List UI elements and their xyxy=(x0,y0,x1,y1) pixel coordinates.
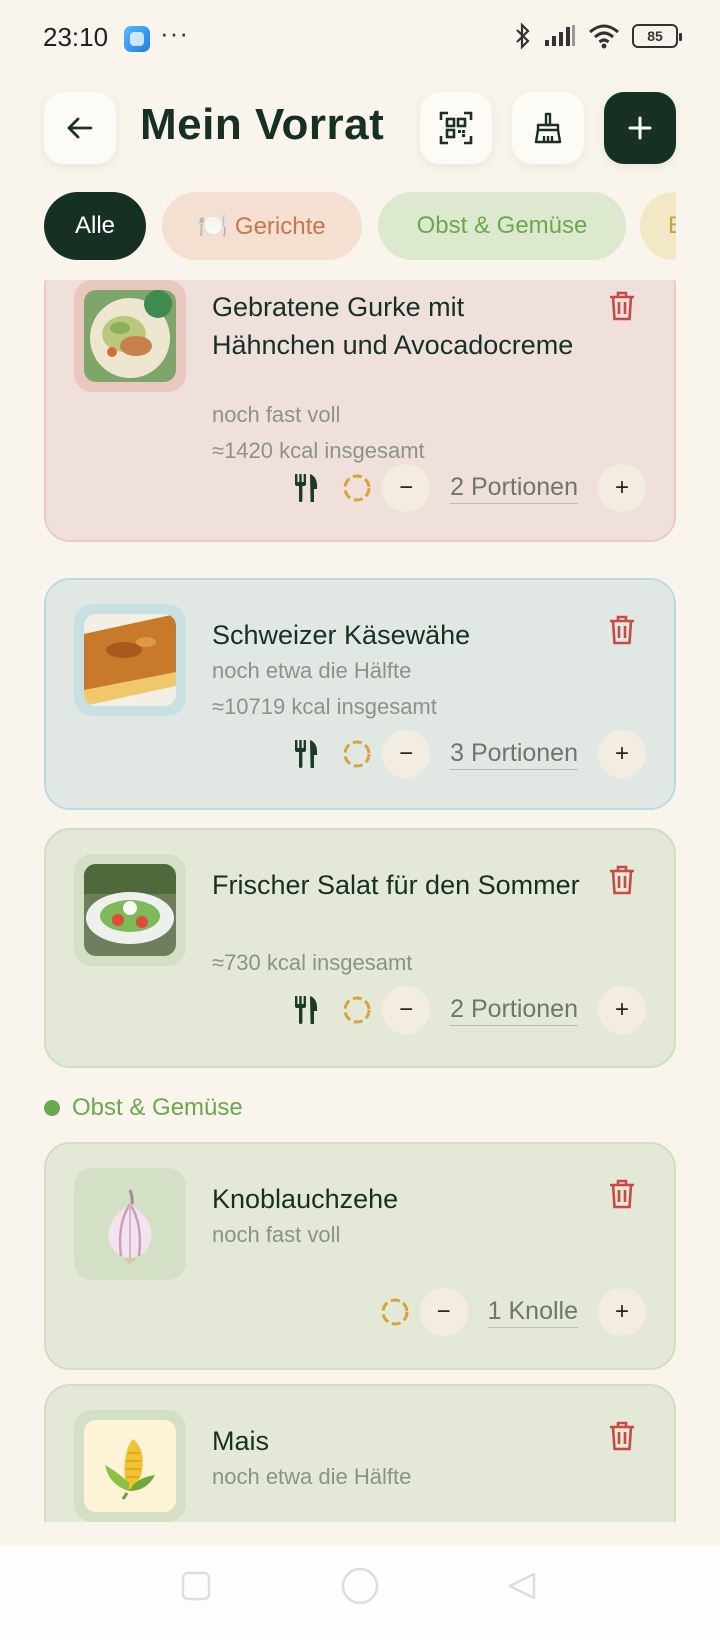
progress-ring-icon xyxy=(342,995,372,1025)
app-header: Mein Vorrat xyxy=(0,92,720,164)
quantity-value[interactable]: 3 Portionen xyxy=(450,739,578,770)
scan-button[interactable] xyxy=(420,92,492,164)
decrease-button[interactable]: − xyxy=(382,464,431,512)
app-notification-icon xyxy=(124,26,150,52)
item-fill-status: noch fast voll xyxy=(212,402,341,427)
bluetooth-icon xyxy=(516,22,530,50)
filter-fruit-vegetables[interactable]: Obst & Gemüse xyxy=(378,192,626,260)
item-title: Frischer Salat für den Sommer xyxy=(212,870,580,900)
list-item[interactable]: Knoblauchzehe noch fast voll − 1 Knolle … xyxy=(44,1142,676,1370)
progress-ring-icon xyxy=(342,473,372,503)
decrease-button[interactable]: − xyxy=(419,1288,468,1336)
list-item[interactable]: Schweizer Käsewähe noch etwa die Hälfte … xyxy=(44,578,676,810)
item-calories: ≈1420 kcal insgesamt xyxy=(212,438,425,463)
system-nav-bar xyxy=(0,1546,720,1640)
add-item-button[interactable] xyxy=(604,92,676,164)
item-image xyxy=(74,1168,186,1280)
item-fill-status: noch fast voll xyxy=(212,1222,341,1247)
decrease-button[interactable]: − xyxy=(382,986,431,1034)
status-more-dots: ··· xyxy=(160,18,189,48)
item-title: Gebratene Gurke mit Hähnchen und Avocado… xyxy=(212,292,574,360)
filter-chips: Alle 🍽️ Gerichte Obst & Gemüse B xyxy=(44,192,676,260)
back-nav-icon[interactable] xyxy=(506,1570,538,1602)
increase-button[interactable]: + xyxy=(598,1288,646,1336)
dish-photo xyxy=(84,290,176,382)
delete-icon[interactable] xyxy=(608,1178,636,1210)
item-controls: − 3 Portionen + xyxy=(292,730,646,778)
delete-icon[interactable] xyxy=(608,614,636,646)
filter-dishes[interactable]: 🍽️ Gerichte xyxy=(162,192,362,260)
home-icon[interactable] xyxy=(340,1566,380,1606)
increase-button[interactable]: + xyxy=(598,986,646,1034)
item-title: Schweizer Käsewähe xyxy=(212,620,471,650)
progress-ring-icon xyxy=(342,739,372,769)
garlic-icon xyxy=(108,1189,152,1264)
list-item[interactable]: Mais noch etwa die Hälfte xyxy=(44,1384,676,1522)
item-image xyxy=(74,854,186,966)
delete-icon[interactable] xyxy=(608,290,636,322)
item-fill-status: noch etwa die Hälfte xyxy=(212,1464,412,1489)
dish-photo xyxy=(84,864,176,956)
item-calories: ≈730 kcal insgesamt xyxy=(212,950,413,975)
wifi-icon xyxy=(589,24,619,49)
cleanup-button[interactable] xyxy=(512,92,584,164)
item-image xyxy=(74,1410,186,1522)
section-dot xyxy=(44,1100,60,1116)
item-calories: ≈10719 kcal insgesamt xyxy=(212,694,437,719)
decrease-button[interactable]: − xyxy=(382,730,431,778)
section-label: Obst & Gemüse xyxy=(72,1094,243,1121)
item-image xyxy=(74,280,186,392)
corn-image xyxy=(84,1420,176,1512)
quantity-value[interactable]: 2 Portionen xyxy=(450,995,578,1026)
recent-apps-icon[interactable] xyxy=(180,1570,212,1602)
broom-icon xyxy=(534,112,562,144)
item-image xyxy=(74,604,186,716)
quantity-value[interactable]: 2 Portionen xyxy=(450,473,578,504)
delete-icon[interactable] xyxy=(608,1420,636,1452)
list-item[interactable]: Frischer Salat für den Sommer ≈730 kcal … xyxy=(44,828,676,1068)
battery-indicator: 85 xyxy=(632,24,682,48)
cutlery-icon[interactable] xyxy=(292,995,322,1025)
qr-scan-icon xyxy=(439,111,473,145)
plus-icon xyxy=(628,116,652,140)
increase-button[interactable]: + xyxy=(598,464,646,512)
progress-ring-icon xyxy=(380,1297,410,1327)
filter-all[interactable]: Alle xyxy=(44,192,146,260)
status-indicators: 85 xyxy=(514,22,682,50)
corn-icon xyxy=(105,1439,155,1500)
inventory-list: Gebratene Gurke mit Hähnchen und Avocado… xyxy=(0,280,720,1522)
item-controls: − 1 Knolle + xyxy=(380,1288,646,1336)
cutlery-icon[interactable] xyxy=(292,739,322,769)
section-header: Obst & Gemüse xyxy=(44,1094,243,1122)
item-controls: − 2 Portionen + xyxy=(292,464,646,512)
increase-button[interactable]: + xyxy=(598,730,646,778)
cutlery-icon[interactable] xyxy=(292,473,322,503)
item-fill-status: noch etwa die Hälfte xyxy=(212,658,412,683)
filter-next[interactable]: B xyxy=(640,192,676,260)
item-title: Mais xyxy=(212,1426,270,1456)
signal-icon xyxy=(545,25,575,46)
arrow-left-icon xyxy=(67,117,93,139)
item-title: Knoblauchzehe xyxy=(212,1184,399,1214)
quantity-value[interactable]: 1 Knolle xyxy=(487,1297,578,1328)
status-time: 23:10 xyxy=(43,22,109,52)
page-title: Mein Vorrat xyxy=(140,100,385,149)
item-controls: − 2 Portionen + xyxy=(292,986,646,1034)
dish-photo xyxy=(84,614,176,706)
status-bar: 23:10 ··· 85 xyxy=(0,0,720,80)
back-button[interactable] xyxy=(44,92,116,164)
delete-icon[interactable] xyxy=(608,864,636,896)
list-item[interactable]: Gebratene Gurke mit Hähnchen und Avocado… xyxy=(44,280,676,542)
